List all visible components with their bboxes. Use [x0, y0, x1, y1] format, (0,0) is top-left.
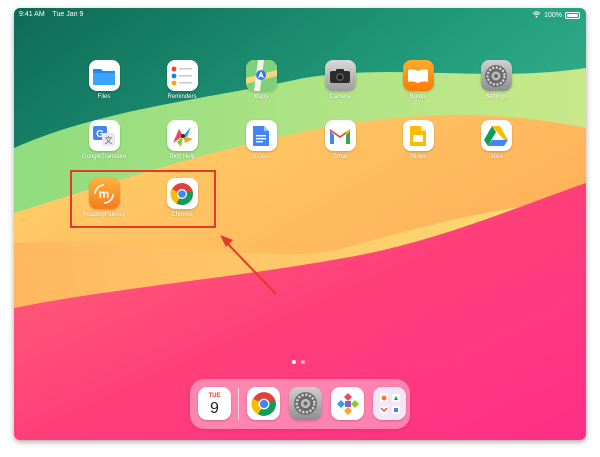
- app-label: Files: [97, 94, 111, 100]
- gmail-icon: [324, 120, 356, 151]
- dock: TUE 9: [190, 379, 410, 429]
- app-books[interactable]: Books: [388, 60, 448, 100]
- app-slides[interactable]: Slides: [388, 120, 448, 160]
- app-camera[interactable]: Camera: [310, 60, 370, 100]
- app-label: Docs: [254, 154, 268, 160]
- tech-help-icon: [166, 120, 198, 151]
- status-bar: 9:41 AM Tue Jan 9 100%: [14, 8, 586, 22]
- app-icon[interactable]: [331, 387, 364, 420]
- battery-percent: 100%: [544, 12, 562, 19]
- chrome-icon[interactable]: [247, 387, 280, 420]
- highlight-box: [70, 170, 216, 228]
- page-indicator[interactable]: [292, 360, 305, 364]
- app-maps[interactable]: Maps: [231, 60, 291, 100]
- app-gmail[interactable]: Gmail: [310, 120, 370, 160]
- camera-icon: [324, 60, 356, 91]
- app-label: Slides: [409, 154, 427, 160]
- calendar-weekday: TUE: [208, 393, 221, 399]
- docs-icon: [245, 120, 277, 151]
- app-label: Gmail: [332, 154, 348, 160]
- status-date: Tue Jan 9: [52, 11, 84, 18]
- svg-text:文: 文: [105, 135, 113, 145]
- app-reminders[interactable]: Reminders: [152, 60, 212, 100]
- app-label: Reminders: [167, 94, 197, 100]
- page-dot: [301, 360, 305, 364]
- app-label: Books: [409, 94, 427, 100]
- files-icon: [88, 60, 120, 91]
- app-label: Maps: [253, 94, 269, 100]
- battery-icon: [565, 12, 580, 19]
- settings-icon[interactable]: [289, 387, 322, 420]
- settings-icon: [480, 60, 512, 91]
- app-google-translate[interactable]: G文 GoogleTranslate: [74, 120, 134, 160]
- calendar-day: 9: [210, 400, 219, 417]
- app-label: Camera: [329, 94, 351, 100]
- app-docs[interactable]: Docs: [231, 120, 291, 160]
- google-translate-icon: G文: [88, 120, 120, 151]
- app-label: GoogleTranslate: [81, 154, 127, 160]
- app-label: Drive: [488, 154, 503, 160]
- app-tech-help[interactable]: Tech Help: [152, 120, 212, 160]
- drive-icon: [480, 120, 512, 151]
- reminders-icon: [166, 60, 198, 91]
- app-settings[interactable]: Settings: [466, 60, 526, 100]
- app-drive[interactable]: Drive: [466, 120, 526, 160]
- dock-separator: [238, 388, 239, 420]
- maps-icon: [245, 60, 277, 91]
- wifi-icon: [532, 11, 541, 20]
- ipad-home-screen: 9:41 AM Tue Jan 9 100% Files Reminders M…: [14, 8, 586, 440]
- books-icon: [402, 60, 434, 91]
- app-label: Tech Help: [168, 154, 196, 160]
- app-label: Settings: [485, 94, 507, 100]
- folder-icon[interactable]: [373, 387, 406, 420]
- page-dot: [292, 360, 296, 364]
- calendar-icon[interactable]: TUE 9: [198, 387, 231, 420]
- status-time: 9:41 AM: [19, 11, 45, 18]
- app-files[interactable]: Files: [74, 60, 134, 100]
- slides-icon: [402, 120, 434, 151]
